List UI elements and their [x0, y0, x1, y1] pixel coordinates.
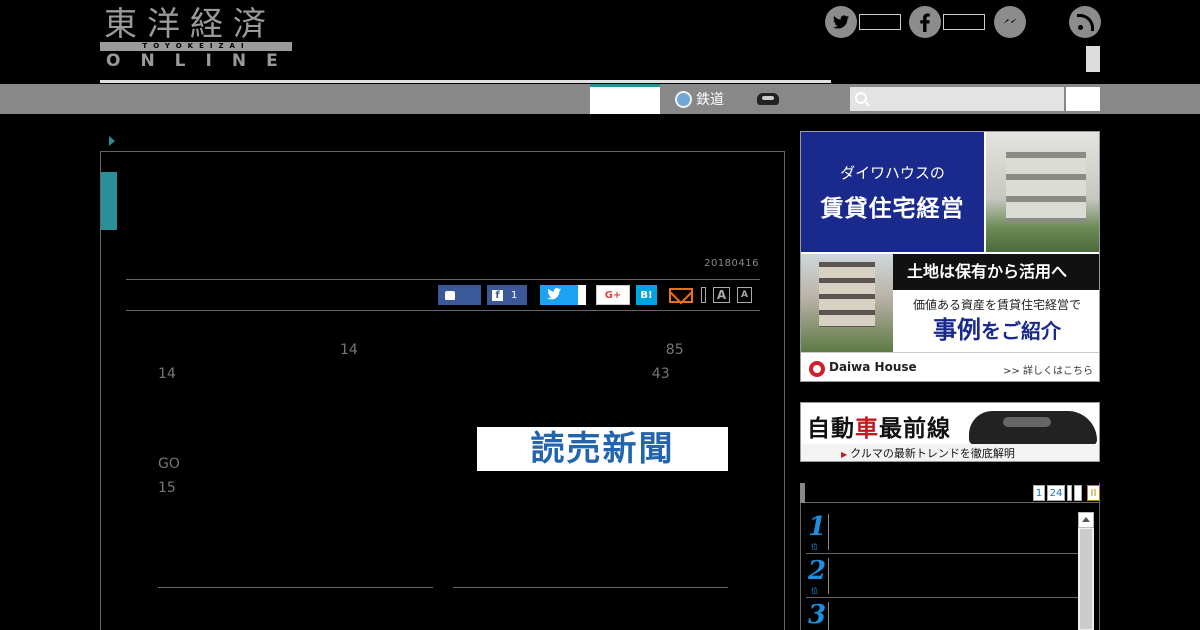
share-rule-top	[126, 279, 760, 280]
ranking-separator	[828, 514, 829, 550]
ranking-tab-24h[interactable]: 24	[1047, 485, 1065, 501]
nav-tab-rail-label: 鉄道	[696, 92, 724, 108]
nav-top-rule	[100, 80, 831, 83]
facebook-like-button[interactable]	[438, 285, 481, 305]
logo-online: ONLINE	[106, 51, 298, 71]
ad-building-photo	[986, 132, 1099, 252]
rss-icon[interactable]	[1069, 6, 1101, 38]
twitter-share-count	[574, 285, 586, 305]
ranking-item[interactable]: 3 位	[806, 598, 1078, 630]
facebook-share-count: 1	[511, 289, 518, 301]
scroll-thumb[interactable]	[1080, 529, 1092, 629]
logo-romaji: TOYOKEIZAI	[100, 42, 292, 51]
source-logo: 読売新聞	[477, 427, 728, 471]
search-input[interactable]	[850, 87, 1064, 111]
banner-title-part: 最前線	[879, 416, 951, 442]
nav-tab-rail[interactable]: 鉄道	[660, 84, 745, 114]
nav-tab-active[interactable]	[590, 84, 660, 114]
messenger-icon[interactable]	[994, 6, 1026, 38]
ad-brand: Daiwa House	[829, 360, 917, 374]
ranking-tab[interactable]	[1074, 485, 1082, 501]
ad-cta-main: 事例	[933, 315, 981, 344]
car-feature-banner[interactable]: 自動車最前線 クルマの最新トレンドを徹底解明	[800, 402, 1100, 462]
ad-tagline: 土地は保有から活用へ	[893, 254, 1099, 290]
banner-title: 自動車最前線	[807, 409, 951, 443]
ranking-number-suffix: 位	[811, 543, 818, 551]
login-button[interactable]	[1086, 46, 1100, 72]
breadcrumb-arrow-icon	[109, 136, 115, 146]
ad-footer: Daiwa House >> 詳しくはこちら	[801, 352, 1099, 381]
banner-subtitle: クルマの最新トレンドを徹底解明	[801, 444, 1099, 461]
ranking-item[interactable]: 2 位	[806, 554, 1078, 598]
ranking-separator	[828, 558, 829, 594]
facebook-icon[interactable]	[909, 6, 941, 38]
article-paragraph: GO 15	[158, 432, 684, 496]
ad-cta-text: 事例をご紹介	[893, 310, 1099, 345]
facebook-icon: f	[492, 289, 503, 301]
daiwa-logo-icon	[809, 361, 825, 377]
print-button[interactable]	[701, 287, 706, 303]
twitter-icon	[547, 287, 561, 303]
car-image	[969, 411, 1097, 445]
twitter-icon[interactable]	[825, 6, 857, 38]
ranking-number: 2	[808, 556, 827, 586]
title-accent-bar	[101, 172, 117, 230]
facebook-like-count	[943, 14, 985, 30]
related-rule-right	[453, 587, 728, 588]
thumbs-up-icon	[445, 290, 455, 300]
article-date: 20180416	[704, 258, 759, 269]
site-logo[interactable]: 東洋経済 TOYOKEIZAI ONLINE	[100, 6, 294, 72]
font-size-large-button[interactable]: A	[713, 287, 730, 303]
twitter-share-button[interactable]	[540, 285, 574, 305]
ad-headline: 賃貸住宅経営	[820, 195, 965, 222]
ad-subheadline: ダイワハウスの	[840, 164, 945, 182]
banner-title-accent: 車	[855, 416, 879, 442]
scroll-up-icon[interactable]	[1078, 512, 1094, 528]
ranking-tab[interactable]: II	[1087, 485, 1100, 501]
ranking-number-suffix: 位	[811, 587, 818, 595]
ranking-tab-1h[interactable]: 1	[1033, 485, 1045, 501]
ad-building-photo	[801, 254, 893, 352]
share-rule-bottom	[126, 310, 760, 311]
ranking-tab[interactable]	[1067, 485, 1072, 501]
ranking-header-bar	[800, 483, 805, 503]
ranking-separator	[828, 602, 829, 630]
google-plus-button[interactable]: G+	[596, 285, 630, 305]
ranking-header-rule	[805, 502, 1100, 503]
daiwa-house-ad[interactable]: ダイワハウスの 賃貸住宅経営 土地は保有から活用へ 価値ある資産を賃貸住宅経営で…	[800, 131, 1100, 382]
article: 20180416 f 1 G+ B! A A 14 85 14 43 GO 15…	[100, 151, 1048, 630]
ad-detail-link[interactable]: >> 詳しくはこちら	[1003, 362, 1093, 377]
ad-cta-sub: をご紹介	[981, 319, 1061, 343]
logo-kanji: 東洋経済	[104, 4, 276, 43]
twitter-follow-count	[859, 14, 901, 30]
related-rule-left	[158, 587, 433, 588]
train-icon	[675, 90, 692, 108]
hatena-bookmark-button[interactable]: B!	[636, 285, 657, 305]
article-paragraph: 14 85 14 43	[158, 342, 1048, 382]
search-button[interactable]	[1066, 87, 1100, 111]
ranking-number: 3	[808, 600, 827, 630]
banner-title-part: 自動	[807, 416, 855, 442]
ranking-number: 1	[808, 512, 827, 542]
ranking-item[interactable]: 1 位	[806, 510, 1078, 554]
ad-headline-panel: ダイワハウスの 賃貸住宅経営	[801, 132, 984, 252]
facebook-share-button[interactable]: f 1	[487, 285, 527, 305]
search-icon	[855, 92, 867, 104]
font-size-small-button[interactable]: A	[737, 287, 752, 303]
car-icon	[756, 93, 779, 105]
mail-icon[interactable]	[669, 288, 693, 303]
nav-tab-car[interactable]	[745, 84, 790, 114]
